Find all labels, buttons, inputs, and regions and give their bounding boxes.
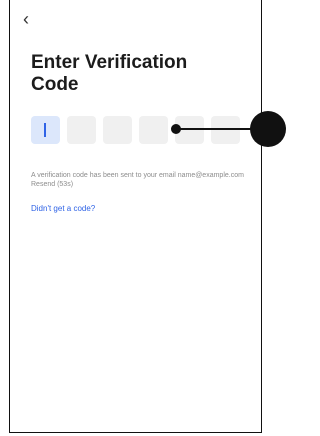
- annotation-dot: [171, 124, 181, 134]
- help-link[interactable]: Didn't get a code?: [31, 204, 95, 214]
- code-digit-box-3[interactable]: [103, 116, 132, 144]
- verification-message: A verification code has been sent to you…: [31, 172, 244, 188]
- page-title: Enter Verification Code: [31, 52, 188, 95]
- verification-code-input[interactable]: [31, 116, 240, 144]
- annotation-line: [180, 128, 256, 130]
- code-digit-box-1[interactable]: [31, 116, 60, 144]
- text-caret: [44, 123, 46, 137]
- back-button[interactable]: ‹: [23, 10, 37, 28]
- annotation-circle: [250, 111, 286, 147]
- code-digit-box-4[interactable]: [139, 116, 168, 144]
- chevron-left-icon: ‹: [23, 9, 29, 29]
- code-digit-box-6[interactable]: [211, 116, 240, 144]
- code-digit-box-2[interactable]: [67, 116, 96, 144]
